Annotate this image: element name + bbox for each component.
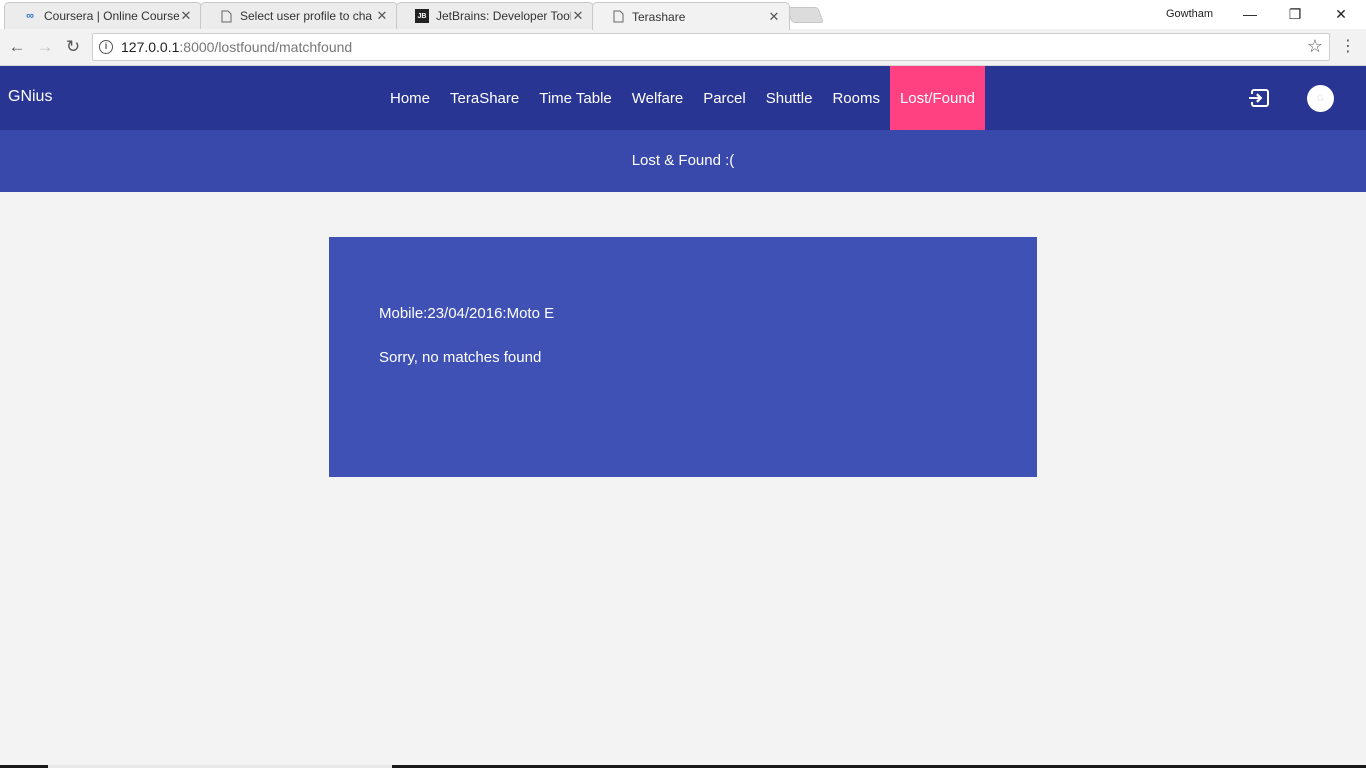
close-icon[interactable]: ✕ [179, 8, 193, 24]
nav-item-welfare[interactable]: Welfare [622, 66, 693, 130]
url-host: 127.0.0.1 [121, 39, 180, 55]
window-close-icon[interactable]: ✕ [1321, 4, 1361, 24]
back-arrow-icon[interactable]: ← [6, 36, 28, 58]
reload-icon[interactable]: ↻ [62, 36, 84, 58]
forward-arrow-icon[interactable]: → [34, 36, 56, 58]
page-title: Lost & Found :( [631, 152, 735, 169]
close-icon[interactable]: ✕ [571, 8, 585, 24]
page-header: Lost & Found :( [0, 130, 1366, 192]
url-path: :8000/lostfound/matchfound [179, 39, 353, 55]
nav-item-time-table[interactable]: Time Table [529, 66, 622, 130]
match-result-card: Mobile:23/04/2016:Moto E Sorry, no match… [329, 237, 1037, 477]
app-navbar: GNius Home TeraShare Time Table Welfare … [0, 66, 1366, 130]
coursera-icon: ∞ [26, 10, 34, 22]
nav-item-lost-found[interactable]: Lost/Found [889, 66, 986, 130]
tab-title: Select user profile to cha [240, 9, 373, 23]
nav-item-rooms[interactable]: Rooms [822, 66, 890, 130]
nav-item-parcel[interactable]: Parcel [693, 66, 756, 130]
browser-tab-jetbrains[interactable]: JB JetBrains: Developer Tool ✕ [396, 2, 594, 29]
logout-icon[interactable] [1249, 87, 1271, 109]
new-tab-button[interactable] [786, 7, 824, 23]
lost-item-summary: Mobile:23/04/2016:Moto E [379, 305, 555, 322]
browser-tab-select-profile[interactable]: Select user profile to cha ✕ [200, 2, 398, 29]
browser-tab-coursera[interactable]: ∞ Coursera | Online Course ✕ [4, 2, 202, 29]
tab-title: Terashare [632, 9, 686, 24]
browser-tab-terashare[interactable]: Terashare ✕ [592, 2, 790, 30]
page-icon [219, 9, 233, 23]
restore-icon[interactable]: ❐ [1275, 4, 1315, 24]
nav-item-home[interactable]: Home [380, 66, 440, 130]
bookmark-star-icon[interactable]: ☆ [1307, 36, 1323, 57]
jetbrains-icon: JB [415, 9, 429, 23]
user-avatar[interactable]: G [1307, 85, 1334, 112]
page-icon [611, 10, 625, 24]
browser-menu-icon[interactable]: ⋮ [1340, 36, 1356, 56]
brand-logo[interactable]: GNius [8, 88, 52, 106]
no-match-message: Sorry, no matches found [379, 349, 542, 366]
browser-profile-name[interactable]: Gowtham [1166, 8, 1213, 20]
nav-item-terashare[interactable]: TeraShare [440, 66, 529, 130]
tab-title: Coursera | Online Course [44, 9, 179, 23]
minimize-icon[interactable]: — [1230, 4, 1270, 24]
main-nav: Home TeraShare Time Table Welfare Parcel… [380, 66, 986, 130]
browser-tab-strip: ∞ Coursera | Online Course ✕ Select user… [0, 0, 1366, 30]
address-bar[interactable]: i 127.0.0.1:8000/lostfound/matchfound ☆ [92, 33, 1330, 61]
browser-toolbar: ← → ↻ i 127.0.0.1:8000/lostfound/matchfo… [0, 29, 1366, 66]
close-icon[interactable]: ✕ [375, 8, 389, 24]
close-icon[interactable]: ✕ [767, 9, 781, 25]
info-icon[interactable]: i [99, 40, 113, 54]
nav-item-shuttle[interactable]: Shuttle [756, 66, 823, 130]
tab-title: JetBrains: Developer Tool [436, 9, 571, 23]
